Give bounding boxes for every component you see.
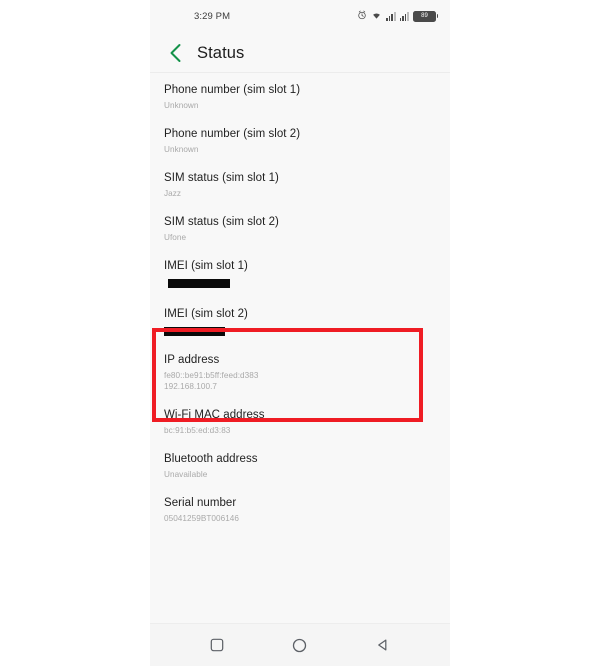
list-item-label: IMEI (sim slot 1) [164,260,248,272]
list-item-label: Wi-Fi MAC address [164,409,265,421]
list-item[interactable]: Phone number (sim slot 1) Unknown [150,83,450,111]
list-item-value-secondary: 192.168.100.7 [164,382,218,391]
list-item-value: 05041259BT006146 [164,514,240,523]
list-item-imei-1[interactable]: IMEI (sim slot 1) [150,259,450,288]
page-title: Status [197,43,245,62]
list-item-label: Bluetooth address [164,453,258,465]
circle-home-icon[interactable] [282,630,318,660]
list-item[interactable]: Phone number (sim slot 2) Unknown [150,127,450,155]
redaction-bar [164,327,225,336]
phone-screen: 3:29 PM 89 Status Phone number (sim slot… [150,0,450,666]
redaction-bar [168,279,230,288]
list-item-value: bc:91:b5:ed:d3:83 [164,426,231,435]
list-item-value: Unavailable [164,470,208,479]
back-chevron-icon[interactable] [164,41,186,65]
list-item-value: Unknown [164,145,199,154]
status-bar-icons: 89 [357,9,438,23]
app-bar: Status [150,34,450,72]
list-item-value: Ufone [164,233,187,242]
signal-bars-icon [386,11,396,21]
list-item-value: Unknown [164,101,199,110]
signal-bars-icon [399,11,409,21]
status-bar: 3:29 PM 89 [150,0,450,34]
status-list: Phone number (sim slot 1) Unknown Phone … [150,73,450,623]
list-item-value: fe80::be91:b5ff:feed:d383 [164,371,259,380]
list-item-value-redacted [164,324,450,336]
list-item-label: SIM status (sim slot 2) [164,216,279,228]
list-item-imei-2[interactable]: IMEI (sim slot 2) [150,307,450,336]
list-item[interactable]: Serial number 05041259BT006146 [150,496,450,524]
list-item[interactable]: SIM status (sim slot 2) Ufone [150,215,450,243]
list-item-label: Phone number (sim slot 2) [164,128,301,140]
list-item[interactable]: Bluetooth address Unavailable [150,452,450,480]
triangle-back-icon[interactable] [365,630,401,660]
list-item-label: IP address [164,354,220,366]
list-item-label: Serial number [164,497,237,509]
list-item-value-redacted [164,276,450,288]
list-item-label: Phone number (sim slot 1) [164,84,301,96]
list-item-label: IMEI (sim slot 2) [164,308,248,320]
battery-icon: 89 [413,10,438,22]
wifi-icon [371,7,382,25]
list-item[interactable]: SIM status (sim slot 1) Jazz [150,171,450,199]
list-item[interactable]: IP address fe80::be91:b5ff:feed:d383 192… [150,353,450,392]
status-bar-clock: 3:29 PM [194,11,231,22]
alarm-icon [357,7,367,25]
navigation-bar [150,624,450,666]
list-item[interactable]: Wi-Fi MAC address bc:91:b5:ed:d3:83 [150,408,450,436]
list-item-label: SIM status (sim slot 1) [164,172,279,184]
battery-level-label: 89 [421,13,428,19]
square-recents-icon[interactable] [199,630,235,660]
list-item-value: Jazz [164,189,182,198]
